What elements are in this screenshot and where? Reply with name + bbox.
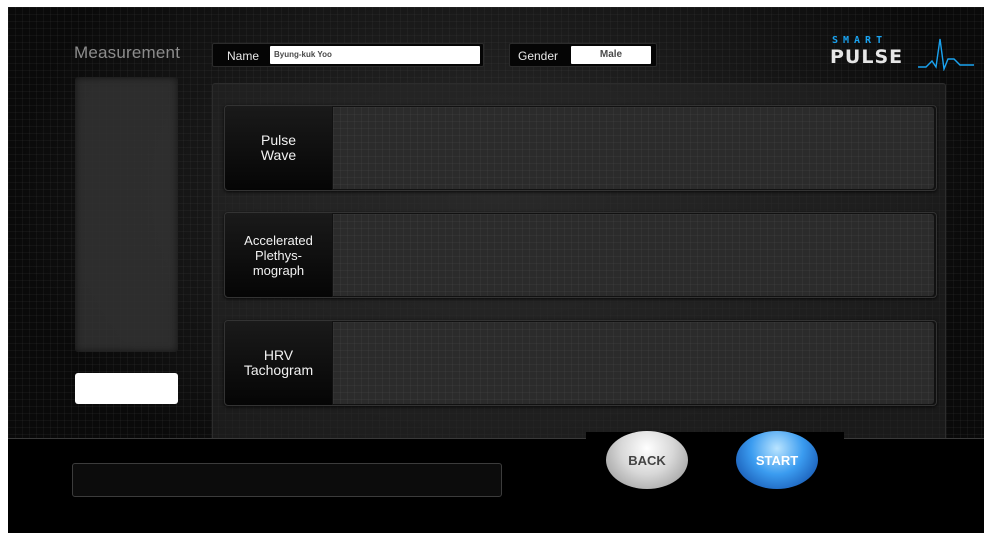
name-field-group: Name Byung-kuk Yoo: [212, 43, 484, 67]
gender-select[interactable]: Male: [571, 46, 651, 64]
apg-row: Accelerated Plethys- mograph: [224, 212, 937, 298]
graphs-panel: Pulse Wave Accelerated Plethys- mograph …: [212, 83, 946, 440]
status-message-box: [72, 463, 502, 497]
apg-graph: [333, 214, 934, 296]
pulse-wave-icon: [918, 38, 974, 71]
pulse-wave-row: Pulse Wave: [224, 105, 937, 191]
logo-smart-text: SMART: [832, 35, 888, 46]
row-label: Pulse Wave: [225, 106, 332, 190]
hrv-label: HRV Tachogram: [243, 347, 314, 378]
page-title: Measurement: [74, 43, 181, 62]
hrv-graph: [333, 322, 934, 404]
name-input[interactable]: Byung-kuk Yoo: [270, 46, 480, 64]
smart-pulse-logo: SMART PULSE: [830, 33, 980, 77]
gender-field-group: Gender Male: [509, 43, 657, 67]
pulse-wave-graph: [333, 107, 934, 189]
row-label: Accelerated Plethys- mograph: [225, 213, 332, 297]
logo-pulse-text: PULSE: [830, 46, 904, 68]
app-window: Measurement Name Byung-kuk Yoo Gender Ma…: [8, 7, 984, 533]
pulse-wave-label: Pulse Wave: [260, 132, 297, 163]
name-label: Name: [227, 49, 260, 63]
apg-label: Accelerated Plethys- mograph: [244, 232, 313, 278]
gender-label: Gender: [518, 49, 559, 63]
hrv-row: HRV Tachogram: [224, 320, 937, 406]
left-value-box: [75, 373, 178, 404]
left-side-panel: [75, 77, 178, 352]
start-button[interactable]: START: [736, 431, 818, 489]
back-button[interactable]: BACK: [606, 431, 688, 489]
row-label: HRV Tachogram: [225, 321, 332, 405]
